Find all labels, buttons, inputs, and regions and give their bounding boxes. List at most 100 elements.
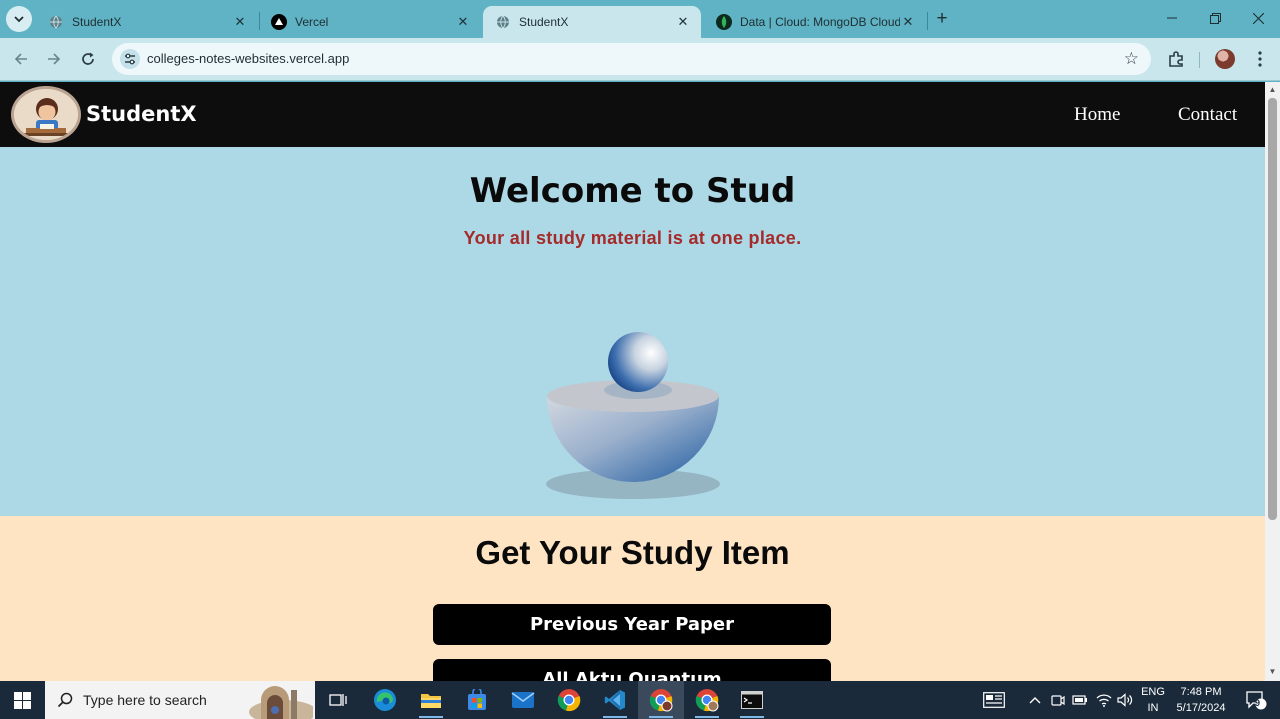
- taskbar-microsoft-store[interactable]: [454, 681, 500, 719]
- tab-vercel[interactable]: Vercel ✕: [259, 6, 481, 38]
- hero-title: Welcome to Stud: [469, 171, 796, 211]
- nav-link-contact[interactable]: Contact: [1178, 104, 1237, 126]
- search-highlight-illustration: [249, 686, 313, 719]
- edge-icon: [374, 689, 396, 711]
- browser-toolbar: colleges-notes-websites.vercel.app ☆: [0, 38, 1280, 81]
- student-logo-image[interactable]: [11, 86, 81, 143]
- tab-title: StudentX: [519, 15, 569, 29]
- all-aktu-quantum-button[interactable]: All Aktu Quantum: [433, 659, 831, 681]
- taskbar-search-box[interactable]: Type here to search: [45, 681, 315, 719]
- close-icon[interactable]: ✕: [900, 14, 916, 30]
- taskbar-chrome-profile-active[interactable]: [638, 681, 684, 719]
- globe-icon: [48, 14, 64, 30]
- chrome-icon: [649, 689, 673, 712]
- search-icon: [57, 692, 73, 708]
- close-icon[interactable]: ✕: [675, 14, 691, 30]
- restore-icon: [1209, 12, 1221, 24]
- news-widget-icon[interactable]: [980, 681, 1008, 719]
- site-navbar: StudentX Home Contact: [0, 82, 1265, 147]
- arrow-right-icon: [48, 53, 61, 65]
- mongodb-leaf-icon: [716, 14, 732, 30]
- tab-title: Vercel: [295, 15, 329, 29]
- volume-icon[interactable]: [1115, 681, 1135, 719]
- close-icon: [1252, 12, 1264, 24]
- study-section-title: Get Your Study Item: [475, 534, 790, 571]
- clock-date: 5/17/2024: [1176, 702, 1226, 714]
- profile-avatar[interactable]: [1213, 47, 1237, 71]
- region-code: IN: [1147, 702, 1159, 714]
- folder-icon: [421, 694, 441, 708]
- close-icon[interactable]: ✕: [455, 14, 471, 30]
- page-scrollbar[interactable]: ▲ ▼: [1265, 82, 1280, 681]
- url-text: colleges-notes-websites.vercel.app: [147, 51, 350, 66]
- minimize-icon: [1167, 17, 1177, 19]
- ball: [608, 332, 668, 392]
- site-settings-icon[interactable]: [120, 49, 140, 69]
- restore-button[interactable]: [1193, 0, 1237, 36]
- tab-separator: [927, 12, 928, 30]
- scroll-down-icon[interactable]: ▼: [1268, 668, 1277, 676]
- chevron-down-icon: [14, 16, 24, 23]
- avatar: [1215, 49, 1235, 69]
- study-items-section: Get Your Study Item Previous Year Paper …: [0, 516, 1265, 681]
- bookmark-star-icon[interactable]: ☆: [1124, 49, 1139, 69]
- taskbar-chrome[interactable]: [546, 681, 592, 719]
- battery-icon[interactable]: [1070, 681, 1090, 719]
- chrome-icon: [695, 689, 719, 712]
- minimize-button[interactable]: [1150, 0, 1194, 36]
- close-window-button[interactable]: [1236, 0, 1280, 36]
- extensions-icon[interactable]: [1164, 47, 1188, 71]
- nav-link-home[interactable]: Home: [1074, 104, 1120, 126]
- terminal-icon: [741, 691, 763, 709]
- tab-strip: StudentX ✕ Vercel ✕ StudentX ✕ Data | Cl…: [0, 0, 1280, 38]
- new-tab-button[interactable]: +: [932, 9, 952, 29]
- tab-mongodb[interactable]: Data | Cloud: MongoDB Cloud ✕: [704, 6, 926, 38]
- chevron-up-icon[interactable]: [1026, 681, 1044, 719]
- back-button[interactable]: [8, 46, 34, 72]
- reload-icon: [82, 52, 94, 65]
- notification-center-button[interactable]: 9: [1236, 681, 1276, 719]
- search-placeholder: Type here to search: [83, 692, 207, 708]
- tab-studentx-active[interactable]: StudentX ✕: [483, 6, 701, 38]
- system-clock[interactable]: 7:48 PM 5/17/2024: [1170, 684, 1232, 716]
- task-view-button[interactable]: [315, 681, 361, 719]
- taskbar-vscode[interactable]: [592, 681, 638, 719]
- vscode-icon: [604, 690, 625, 710]
- clock-time: 7:48 PM: [1180, 686, 1222, 698]
- taskbar-edge[interactable]: [362, 681, 408, 719]
- language-code: ENG: [1141, 686, 1165, 698]
- tab-title: StudentX: [72, 15, 122, 29]
- vercel-icon: [271, 14, 287, 30]
- taskbar-mail[interactable]: [500, 681, 546, 719]
- taskbar-file-explorer[interactable]: [408, 681, 454, 719]
- brand-name[interactable]: StudentX: [86, 102, 197, 126]
- store-icon: [468, 689, 486, 710]
- reload-button[interactable]: [75, 46, 101, 72]
- close-icon[interactable]: ✕: [232, 14, 248, 30]
- wifi-icon[interactable]: [1094, 681, 1114, 719]
- hero-section: Welcome to Stud Your all study material …: [0, 147, 1265, 516]
- windows-logo-icon: [14, 691, 31, 709]
- start-button[interactable]: [0, 681, 45, 719]
- taskbar-terminal[interactable]: [729, 681, 775, 719]
- tab-search-button[interactable]: [6, 6, 32, 32]
- language-indicator[interactable]: ENG IN: [1138, 684, 1168, 716]
- page-viewport: StudentX Home Contact Welcome to Stud Yo…: [0, 82, 1280, 681]
- windows-taskbar: Type here to search ENG IN 7:48 PM 5/17/…: [0, 681, 1280, 719]
- hero-subtitle: Your all study material is at one place.: [463, 228, 802, 248]
- meet-now-icon[interactable]: [1048, 681, 1068, 719]
- arrow-left-icon: [14, 53, 27, 65]
- forward-button[interactable]: [41, 46, 67, 72]
- previous-year-paper-button[interactable]: Previous Year Paper: [433, 604, 831, 645]
- scrollbar-thumb[interactable]: [1268, 98, 1277, 520]
- taskbar-chrome-profile[interactable]: [684, 681, 730, 719]
- scroll-up-icon[interactable]: ▲: [1268, 86, 1277, 94]
- menu-kebab-icon[interactable]: [1248, 47, 1272, 71]
- globe-icon: [495, 14, 511, 30]
- tab-title: Data | Cloud: MongoDB Cloud: [740, 15, 900, 29]
- tab-studentx-1[interactable]: StudentX ✕: [36, 6, 258, 38]
- chrome-icon: [557, 689, 581, 712]
- address-bar[interactable]: colleges-notes-websites.vercel.app ☆: [112, 43, 1151, 75]
- mail-icon: [511, 692, 535, 708]
- toolbar-divider: [1199, 52, 1200, 68]
